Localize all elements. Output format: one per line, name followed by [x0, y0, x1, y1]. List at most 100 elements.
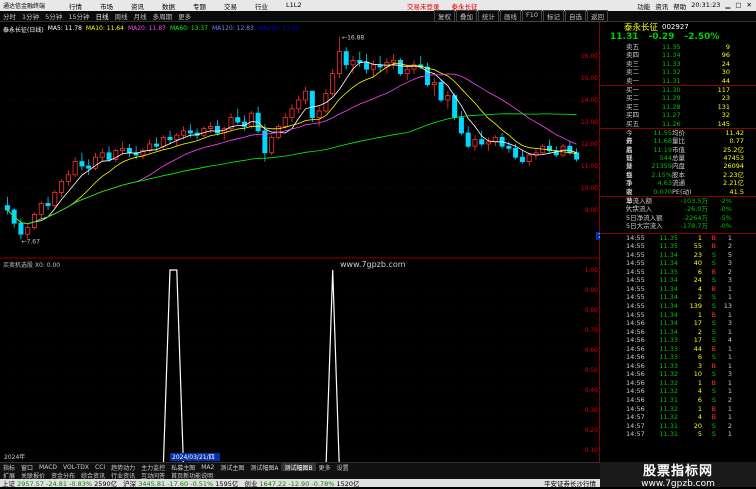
- tool-f10[interactable]: F10: [521, 10, 542, 22]
- tick-cell: 1: [727, 293, 732, 302]
- tick-cell: 1: [727, 361, 732, 370]
- bid-volume: 23: [721, 94, 730, 103]
- indicator-tab[interactable]: MA2: [198, 464, 217, 471]
- tick-row[interactable]: 14:57 11.31 20 S 2: [600, 422, 756, 431]
- candle-body: [472, 139, 478, 147]
- period-tab-5min[interactable]: 5分钟: [42, 11, 65, 21]
- menu-help[interactable]: 帮助: [673, 1, 686, 11]
- period-tab-monthly[interactable]: 月线: [131, 11, 150, 21]
- candle-body: [59, 180, 65, 193]
- close-icon[interactable]: ✕: [747, 1, 752, 11]
- maximize-icon[interactable]: □: [735, 1, 741, 11]
- tick-row[interactable]: 14:56 11.34 17 S 3: [600, 319, 756, 328]
- tick-row[interactable]: 14:56 11.32 4 S 1: [600, 387, 756, 396]
- tick-row[interactable]: 14:56 11.33 6 S 1: [600, 353, 756, 362]
- tick-cell: 14:56: [626, 327, 645, 336]
- indicator-tab[interactable]: VOL-TDX: [60, 464, 92, 471]
- tool-watchlist[interactable]: 自选: [565, 10, 586, 22]
- menu-item-data[interactable]: 数据: [153, 1, 184, 11]
- flow-row: 5日净流入额 -2264万 -5%: [600, 214, 756, 222]
- menu-item-trade[interactable]: 交易: [215, 1, 246, 11]
- ask-row[interactable]: 卖三 11.33 24: [600, 60, 756, 68]
- tool-draw[interactable]: 画线: [499, 10, 521, 22]
- tool-mark[interactable]: 标记: [543, 10, 564, 22]
- tick-row[interactable]: 14:55 11.34 24 S 3: [600, 276, 756, 285]
- tick-row[interactable]: 14:55 11.34 4 B 1: [600, 285, 756, 294]
- tick-list[interactable]: 14:55 11.35 1 B 1 14:55 11.35 55 B 2 14:55 11.34 23 S…: [600, 232, 756, 439]
- flow-label: 5日净流入额: [626, 213, 663, 222]
- tick-row[interactable]: 14:55 11.34 139 S 13: [600, 302, 756, 311]
- menu-item-market[interactable]: 市场: [91, 1, 122, 11]
- watermark-url: www.7gpzb.com: [340, 260, 406, 269]
- tool-fuquan[interactable]: 复权: [433, 10, 455, 22]
- tick-row[interactable]: 14:55 11.34 2 S 1: [600, 293, 756, 302]
- period-tab-1min[interactable]: 1分钟: [19, 11, 42, 21]
- candle-body: [25, 227, 31, 235]
- tick-row[interactable]: 14:55 11.35 55 B 2: [600, 242, 756, 251]
- candle-body: [316, 110, 322, 118]
- period-tab-fenshi[interactable]: 分时: [0, 11, 19, 21]
- bid-row[interactable]: 买五 11.26 145: [600, 120, 756, 128]
- menu-item-news[interactable]: 资讯: [122, 1, 153, 11]
- tick-row[interactable]: 14:55 11.34 40 S 3: [600, 259, 756, 268]
- bid-row[interactable]: 买一 11.30 117: [600, 86, 756, 94]
- minimize-icon[interactable]: ▁: [725, 1, 730, 11]
- candle-body: [391, 60, 397, 64]
- menu-info[interactable]: 资讯: [655, 1, 668, 11]
- menu-item-topic[interactable]: 专题: [184, 1, 215, 11]
- ask-row[interactable]: 卖四 11.34 96: [600, 51, 756, 59]
- tick-cell: 1: [697, 404, 702, 413]
- indicator-tab[interactable]: CCI: [92, 464, 108, 471]
- stat-cell: 41.5: [729, 187, 744, 196]
- menu-item-industry[interactable]: 行业: [246, 1, 277, 11]
- ask-row[interactable]: 卖二 11.32 30: [600, 68, 756, 76]
- tick-row[interactable]: 14:55 11.35 6 B 2: [600, 268, 756, 277]
- bid-row[interactable]: 买二 11.29 23: [600, 94, 756, 102]
- tick-row[interactable]: 14:56 11.34 2 S 1: [600, 328, 756, 337]
- tick-row[interactable]: 14:56 11.33 3 B 1: [600, 362, 756, 371]
- period-tab-more[interactable]: 更多: [175, 11, 194, 21]
- brand-url: www.7gpzb.com: [641, 479, 715, 489]
- candle-body: [120, 148, 126, 152]
- tool-overlay[interactable]: 叠加: [455, 10, 477, 22]
- period-tab-multi[interactable]: 多周期: [150, 11, 176, 21]
- ind-y-tick: 0.70: [585, 327, 599, 334]
- tick-row[interactable]: 14:55 11.35 1 B 1: [600, 234, 756, 243]
- tick-cell: 14:55: [626, 267, 645, 276]
- kline-chart-area[interactable]: 16.00 15.00 14.00 13.00 12.00 11.00 10.00 9.00 ←…: [0, 22, 600, 462]
- tick-row[interactable]: 14:55 11.34 1 B 1: [600, 311, 756, 320]
- flow-value: -178.7万: [680, 222, 708, 231]
- bid-label: 买四: [626, 111, 639, 120]
- kline-svg[interactable]: 16.00 15.00 14.00 13.00 12.00 11.00 10.00 9.00 ←…: [0, 22, 600, 462]
- tick-row[interactable]: 14:56 11.33 17 S 4: [600, 336, 756, 345]
- tick-row[interactable]: 14:55 11.34 23 S 5: [600, 251, 756, 260]
- period-tab-daily[interactable]: 日线: [93, 11, 112, 21]
- menu-function[interactable]: 功能: [637, 1, 650, 11]
- candle-body: [248, 112, 254, 127]
- tick-row[interactable]: 14:56 11.32 10 S 3: [600, 370, 756, 379]
- stat-cell: 25.2亿: [723, 145, 744, 154]
- period-tab-weekly[interactable]: 周线: [112, 11, 131, 21]
- indicator-tab[interactable]: MACD: [36, 464, 60, 471]
- tick-row[interactable]: 14:56 11.32 1 B 1: [600, 379, 756, 388]
- ask-row[interactable]: 卖一 11.31 44: [600, 77, 756, 85]
- menu-item-l1l2[interactable]: L1L2: [277, 1, 311, 11]
- tick-row[interactable]: 14:56 11.31 6 S 2: [600, 396, 756, 405]
- tick-row[interactable]: 14:56 11.33 44 B 1: [600, 345, 756, 354]
- login-status[interactable]: 交易未登录: [407, 1, 440, 11]
- period-tab-15min[interactable]: 15分钟: [65, 11, 92, 21]
- tick-row[interactable]: 14:56 11.32 1 B 1: [600, 405, 756, 414]
- stat-cell: 2.15%: [651, 170, 672, 179]
- promo-stock[interactable]: 泰永长征: [452, 1, 478, 11]
- tick-row[interactable]: 14:57 11.32 4 B 1: [600, 413, 756, 422]
- candle-body: [181, 130, 187, 136]
- stat-cell: 外盘: [626, 162, 633, 179]
- tool-stats[interactable]: 统计: [477, 10, 499, 22]
- tick-row[interactable]: 14:57 11.31 5 S 1: [600, 430, 756, 439]
- bid-row[interactable]: 买四 11.27 32: [600, 111, 756, 119]
- tick-cell: S: [711, 353, 716, 362]
- ask-row[interactable]: 卖五 11.35 9: [600, 43, 756, 51]
- menu-item-hq[interactable]: 行情: [60, 1, 91, 11]
- bid-row[interactable]: 买三 11.28 131: [600, 103, 756, 111]
- flow-value: -2264万: [682, 213, 708, 222]
